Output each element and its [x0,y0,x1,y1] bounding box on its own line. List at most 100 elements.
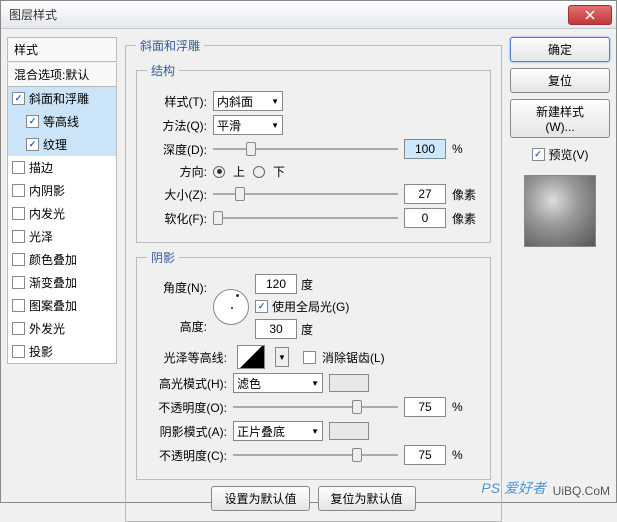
direction-radios: 上 下 [213,163,285,180]
chevron-down-icon: ▼ [311,379,319,388]
angle-unit: 度 [301,276,313,293]
default-buttons: 设置为默认值 复位为默认值 [136,486,491,511]
style-item-innershadow[interactable]: 内阴影 [8,179,116,202]
middle-panel: 斜面和浮雕 结构 样式(T): 内斜面▼ 方法(Q): 平滑▼ 深度(D): %… [125,37,502,494]
preview-thumbnail [524,175,596,247]
antialias-checkbox[interactable] [303,351,316,364]
style-item-satin[interactable]: 光泽 [8,225,116,248]
angle-input[interactable] [255,274,297,294]
gloss-contour-swatch[interactable] [237,345,265,369]
global-light-label: 使用全局光(G) [272,298,349,315]
style-label: 样式(T): [147,93,207,110]
highlight-mode-label: 高光模式(H): [147,375,227,392]
soften-input[interactable] [404,208,446,228]
style-select[interactable]: 内斜面▼ [213,91,283,111]
size-unit: 像素 [452,186,480,203]
depth-input[interactable] [404,139,446,159]
altitude-input[interactable] [255,319,297,339]
close-button[interactable] [568,5,612,25]
shadow-mode-select[interactable]: 正片叠底▼ [233,421,323,441]
style-checkbox-innerglow[interactable] [12,207,25,220]
style-checkbox-stroke[interactable] [12,161,25,174]
shadow-mode-label: 阴影模式(A): [147,423,227,440]
content: 样式 混合选项:默认 斜面和浮雕等高线纹理描边内阴影内发光光泽颜色叠加渐变叠加图… [1,29,616,502]
style-item-outerglow[interactable]: 外发光 [8,317,116,340]
method-select[interactable]: 平滑▼ [213,115,283,135]
ok-button[interactable]: 确定 [510,37,610,62]
style-checkbox-bevel[interactable] [12,92,25,105]
shadow-opacity-input[interactable] [404,445,446,465]
style-item-coloroverlay[interactable]: 颜色叠加 [8,248,116,271]
style-item-patternoverlay[interactable]: 图案叠加 [8,294,116,317]
size-slider[interactable] [213,185,398,203]
reset-default-button[interactable]: 复位为默认值 [318,486,416,511]
style-item-contour[interactable]: 等高线 [8,110,116,133]
style-label-bevel: 斜面和浮雕 [29,90,89,107]
cancel-button[interactable]: 复位 [510,68,610,93]
style-label-gradientoverlay: 渐变叠加 [29,274,77,291]
direction-down-radio[interactable] [253,166,265,178]
style-item-texture[interactable]: 纹理 [8,133,116,156]
style-item-stroke[interactable]: 描边 [8,156,116,179]
style-checkbox-gradientoverlay[interactable] [12,276,25,289]
style-checkbox-innershadow[interactable] [12,184,25,197]
soften-unit: 像素 [452,210,480,227]
close-icon [585,10,595,20]
style-item-bevel[interactable]: 斜面和浮雕 [8,87,116,110]
structure-legend: 结构 [147,62,179,79]
soften-label: 软化(F): [147,210,207,227]
angle-row: 角度(N): 高度: 度 [147,274,480,339]
style-checkbox-contour[interactable] [26,115,39,128]
style-checkbox-satin[interactable] [12,230,25,243]
styles-header[interactable]: 样式 [7,37,117,62]
preview-label: 预览(V) [549,146,589,163]
style-checkbox-texture[interactable] [26,138,39,151]
style-item-innerglow[interactable]: 内发光 [8,202,116,225]
window-title: 图层样式 [9,6,57,23]
gloss-label: 光泽等高线: [147,349,227,366]
style-label-innershadow: 内阴影 [29,182,65,199]
gloss-dropdown[interactable]: ▼ [275,347,289,367]
size-input[interactable] [404,184,446,204]
direction-up-radio[interactable] [213,166,225,178]
style-label-texture: 纹理 [43,136,67,153]
global-light-checkbox[interactable] [255,300,268,313]
altitude-label: 高度: [147,318,207,335]
style-checkbox-dropshadow[interactable] [12,345,25,358]
shading-legend: 阴影 [147,249,179,266]
highlight-opacity-input[interactable] [404,397,446,417]
shadow-opacity-slider[interactable] [233,446,398,464]
chevron-down-icon: ▼ [311,427,319,436]
direction-label: 方向: [147,163,207,180]
preview-checkbox[interactable] [532,148,545,161]
watermark-text: PS 爱好者 [481,478,546,498]
style-checkbox-coloroverlay[interactable] [12,253,25,266]
style-item-dropshadow[interactable]: 投影 [8,340,116,363]
set-default-button[interactable]: 设置为默认值 [211,486,309,511]
highlight-opacity-label: 不透明度(O): [147,399,227,416]
style-checkbox-outerglow[interactable] [12,322,25,335]
style-label-contour: 等高线 [43,113,79,130]
highlight-color-swatch[interactable] [329,374,369,392]
layer-style-dialog: 图层样式 样式 混合选项:默认 斜面和浮雕等高线纹理描边内阴影内发光光泽颜色叠加… [0,0,617,503]
style-checkbox-patternoverlay[interactable] [12,299,25,312]
titlebar: 图层样式 [1,1,616,29]
watermark-url: UiBQ.CoM [553,484,610,498]
depth-unit: % [452,142,480,156]
new-style-button[interactable]: 新建样式(W)... [510,99,610,138]
highlight-opacity-slider[interactable] [233,398,398,416]
right-panel: 确定 复位 新建样式(W)... 预览(V) [510,37,610,494]
highlight-mode-select[interactable]: 滤色▼ [233,373,323,393]
blend-options[interactable]: 混合选项:默认 [7,63,117,87]
altitude-unit: 度 [301,321,313,338]
soften-slider[interactable] [213,209,398,227]
style-item-gradientoverlay[interactable]: 渐变叠加 [8,271,116,294]
preview-row: 预览(V) [510,146,610,163]
method-label: 方法(Q): [147,117,207,134]
angle-dial[interactable] [213,289,249,325]
bevel-legend: 斜面和浮雕 [136,37,204,54]
shadow-color-swatch[interactable] [329,422,369,440]
size-label: 大小(Z): [147,186,207,203]
style-label-satin: 光泽 [29,228,53,245]
depth-slider[interactable] [213,140,398,158]
